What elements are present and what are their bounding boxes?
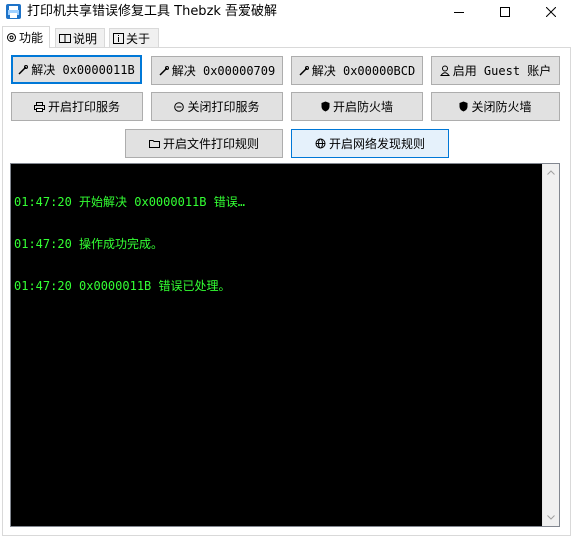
title-bar[interactable]: 打印机共享错误修复工具 Thebzk 吾爱破解 xyxy=(0,0,574,24)
log-line: 01:47:20 开始解决 0x0000011B 错误… xyxy=(14,195,245,209)
minimize-icon xyxy=(454,12,464,13)
log-console[interactable]: 01:47:20 开始解决 0x0000011B 错误… 01:47:20 操作… xyxy=(10,163,560,527)
wrench-icon xyxy=(159,65,169,76)
app-window: 打印机共享错误修复工具 Thebzk 吾爱破解 功能 说明 关于 解决 0x00… xyxy=(0,0,574,539)
button-label: 关闭打印服务 xyxy=(187,100,260,114)
close-icon xyxy=(546,7,556,17)
wrench-icon xyxy=(299,65,309,76)
window-title: 打印机共享错误修复工具 Thebzk 吾爱破解 xyxy=(27,4,278,19)
minimize-button[interactable] xyxy=(436,0,482,24)
fix-0x00000709-button[interactable]: 解决 0x00000709 xyxy=(151,56,283,85)
shield-icon xyxy=(459,101,468,112)
tab-instructions[interactable]: 说明 xyxy=(55,28,105,47)
chevron-down-icon xyxy=(547,515,555,520)
button-label: 开启打印服务 xyxy=(47,100,120,114)
button-label: 关闭防火墙 xyxy=(471,100,532,114)
button-label: 启用 Guest 账户 xyxy=(452,64,552,78)
fix-0x00000bcd-button[interactable]: 解决 0x00000BCD xyxy=(291,56,423,85)
tab-strip: 功能 说明 关于 xyxy=(0,26,574,48)
enable-network-discovery-rule-button[interactable]: 开启网络发现规则 xyxy=(291,129,449,158)
info-icon xyxy=(113,32,124,44)
log-scrollbar[interactable] xyxy=(542,164,559,526)
button-label: 解决 0x00000BCD xyxy=(311,64,416,78)
disable-firewall-button[interactable]: 关闭防火墙 xyxy=(431,92,560,121)
scroll-up-button[interactable] xyxy=(543,164,559,181)
tab-label: 说明 xyxy=(73,31,98,46)
chevron-up-icon xyxy=(547,170,555,175)
log-lines: 01:47:20 开始解决 0x0000011B 错误… 01:47:20 操作… xyxy=(14,167,245,321)
enable-guest-account-button[interactable]: 启用 Guest 账户 xyxy=(431,56,560,85)
scroll-down-button[interactable] xyxy=(543,509,559,526)
log-line: 01:47:20 0x0000011B 错误已处理。 xyxy=(14,279,231,293)
start-print-service-button[interactable]: 开启打印服务 xyxy=(11,92,143,121)
book-icon xyxy=(59,33,71,44)
button-label: 解决 0x0000011B xyxy=(31,63,135,77)
wrench-icon xyxy=(18,64,29,75)
maximize-icon xyxy=(500,7,510,17)
fix-0x0000011b-button[interactable]: 解决 0x0000011B xyxy=(11,55,142,84)
globe-icon xyxy=(315,138,326,149)
button-label: 开启防火墙 xyxy=(332,100,393,114)
log-line: 01:47:20 操作成功完成。 xyxy=(14,237,164,251)
gear-icon xyxy=(6,32,17,43)
user-icon xyxy=(439,65,450,76)
stop-print-service-button[interactable]: 关闭打印服务 xyxy=(151,92,283,121)
button-label: 开启文件打印规则 xyxy=(162,137,259,151)
printer-app-icon xyxy=(6,4,21,19)
printer-icon xyxy=(33,101,45,112)
shield-icon xyxy=(321,101,330,112)
tab-label: 关于 xyxy=(126,31,151,46)
tab-about[interactable]: 关于 xyxy=(109,28,159,47)
stop-icon xyxy=(174,101,185,112)
maximize-button[interactable] xyxy=(482,0,528,24)
button-label: 开启网络发现规则 xyxy=(328,137,425,151)
tab-label: 功能 xyxy=(19,31,44,45)
folder-icon xyxy=(148,139,160,148)
button-label: 解决 0x00000709 xyxy=(171,64,276,78)
enable-file-print-rule-button[interactable]: 开启文件打印规则 xyxy=(125,129,283,158)
close-button[interactable] xyxy=(528,0,574,24)
tab-features[interactable]: 功能 xyxy=(2,26,50,48)
enable-firewall-button[interactable]: 开启防火墙 xyxy=(291,92,423,121)
